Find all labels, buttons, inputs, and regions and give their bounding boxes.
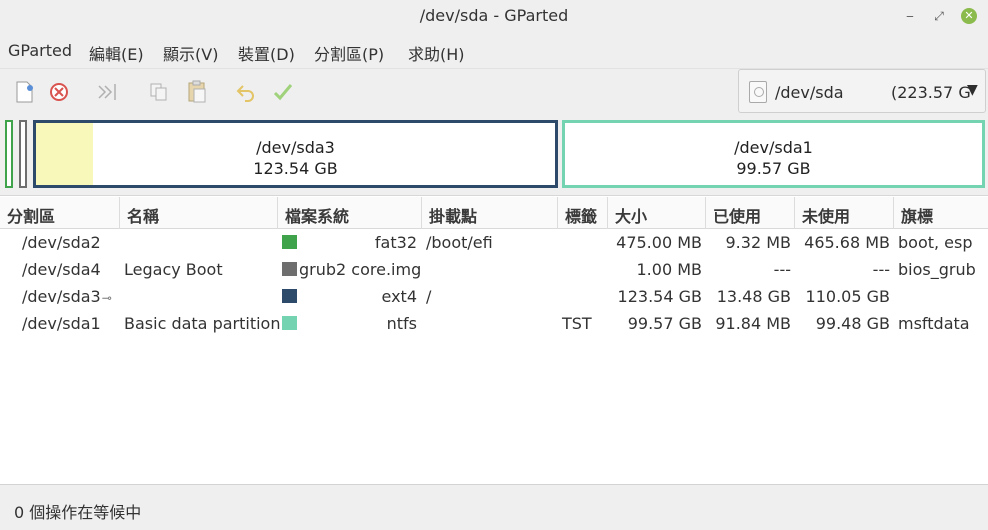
size-cell: 123.54 GB	[617, 287, 702, 306]
table-row[interactable]: /dev/sda1 Basic data partition ntfs TST …	[0, 310, 988, 337]
filesystem-color-swatch	[282, 235, 297, 249]
menu-help[interactable]: 求助(H)	[408, 41, 465, 65]
label-cell: TST	[562, 314, 592, 333]
table-row[interactable]: /dev/sda4 Legacy Boot grub2 core.img 1.0…	[0, 256, 988, 283]
size-cell: 475.00 MB	[616, 233, 702, 252]
filesystem-cell: fat32	[374, 233, 417, 252]
dropdown-arrow-icon: ▼	[967, 82, 978, 98]
flags-cell: bios_grub	[898, 260, 976, 279]
flags-cell: boot, esp	[898, 233, 973, 252]
maximize-icon[interactable]: ⤢	[931, 8, 947, 24]
unused-cell: 99.48 GB	[815, 314, 890, 333]
menu-bar: GParted 編輯(E) 顯示(V) 裝置(D) 分割區(P) 求助(H)	[0, 33, 988, 68]
minimize-icon[interactable]: ‒	[902, 8, 918, 24]
menu-device[interactable]: 裝置(D)	[238, 41, 295, 65]
name-cell: Basic data partition	[124, 314, 281, 333]
flags-cell: msftdata	[898, 314, 970, 333]
apply-icon[interactable]	[270, 79, 296, 105]
visual-partition-name: /dev/sda1	[734, 138, 813, 157]
used-cell: 91.84 MB	[715, 314, 791, 333]
menu-view[interactable]: 顯示(V)	[163, 41, 218, 65]
unused-cell: 110.05 GB	[805, 287, 890, 306]
unused-cell: ---	[872, 260, 890, 279]
visual-partition-size: 99.57 GB	[736, 159, 811, 178]
table-row[interactable]: /dev/sda3⊸ ext4 / 123.54 GB 13.48 GB 110…	[0, 283, 988, 310]
filesystem-cell: grub2 core.img	[299, 260, 422, 279]
delete-icon[interactable]	[46, 79, 72, 105]
close-icon[interactable]: ✕	[961, 8, 977, 24]
menu-gparted[interactable]: GParted	[8, 41, 72, 60]
visual-partition-name: /dev/sda3	[256, 138, 335, 157]
filesystem-cell: ntfs	[386, 314, 417, 333]
visual-partition-sda4[interactable]	[19, 120, 27, 188]
column-partition[interactable]: 分割區	[0, 197, 120, 229]
column-name[interactable]: 名稱	[120, 197, 278, 229]
new-icon[interactable]	[11, 79, 37, 105]
menu-partition[interactable]: 分割區(P)	[314, 41, 384, 65]
partition-cell: /dev/sda1	[22, 314, 101, 333]
menu-edit[interactable]: 編輯(E)	[89, 41, 144, 65]
unused-cell: 465.68 MB	[804, 233, 890, 252]
visual-partition-sda3[interactable]: /dev/sda3 123.54 GB	[33, 120, 558, 188]
partition-cell: /dev/sda2	[22, 233, 101, 252]
filesystem-color-swatch	[282, 262, 297, 276]
partition-list: /dev/sda2 fat32 /boot/efi 475.00 MB 9.32…	[0, 229, 988, 337]
pending-operations-text: 0 個操作在等候中	[14, 503, 142, 522]
window-title: /dev/sda - GParted	[419, 6, 569, 25]
column-mountpoint[interactable]: 掛載點	[422, 197, 558, 229]
partition-table-header: 分割區 名稱 檔案系統 掛載點 標籤 大小 已使用 未使用 旗標	[0, 197, 988, 229]
used-cell: ---	[773, 260, 791, 279]
column-unused[interactable]: 未使用	[795, 197, 894, 229]
filesystem-color-swatch	[282, 289, 297, 303]
undo-icon[interactable]	[233, 79, 259, 105]
visual-partition-size: 123.54 GB	[253, 159, 338, 178]
title-bar: /dev/sda - GParted ‒ ⤢ ✕	[0, 0, 988, 33]
size-cell: 99.57 GB	[627, 314, 702, 333]
partition-cell: /dev/sda3	[22, 287, 101, 306]
device-selector[interactable]: /dev/sda (223.57 G ▼	[738, 69, 986, 113]
column-filesystem[interactable]: 檔案系統	[278, 197, 422, 229]
toolbar: /dev/sda (223.57 G ▼	[0, 68, 988, 116]
mountpoint-cell: /boot/efi	[426, 233, 493, 252]
hard-disk-icon	[749, 81, 767, 103]
key-icon: ⊸	[101, 291, 112, 305]
device-size: (223.57 G	[891, 83, 971, 102]
partition-cell: /dev/sda4	[22, 260, 101, 279]
visual-partition-sda2[interactable]	[5, 120, 13, 188]
used-cell: 13.48 GB	[716, 287, 791, 306]
device-name: /dev/sda	[775, 83, 844, 102]
name-cell: Legacy Boot	[124, 260, 223, 279]
paste-icon[interactable]	[184, 79, 210, 105]
size-cell: 1.00 MB	[636, 260, 703, 279]
column-size[interactable]: 大小	[608, 197, 706, 229]
mountpoint-cell: /	[426, 287, 432, 306]
used-cell: 9.32 MB	[725, 233, 792, 252]
partition-visual-map: /dev/sda3 123.54 GB /dev/sda1 99.57 GB	[0, 116, 988, 196]
status-bar: 0 個操作在等候中	[0, 484, 988, 530]
filesystem-cell: ext4	[381, 287, 417, 306]
visual-partition-sda1[interactable]: /dev/sda1 99.57 GB	[562, 120, 985, 188]
copy-icon[interactable]	[146, 79, 172, 105]
column-flags[interactable]: 旗標	[894, 197, 988, 229]
column-used[interactable]: 已使用	[706, 197, 795, 229]
filesystem-color-swatch	[282, 316, 297, 330]
column-label[interactable]: 標籤	[558, 197, 608, 229]
table-row[interactable]: /dev/sda2 fat32 /boot/efi 475.00 MB 9.32…	[0, 229, 988, 256]
resize-move-icon[interactable]	[95, 79, 121, 105]
